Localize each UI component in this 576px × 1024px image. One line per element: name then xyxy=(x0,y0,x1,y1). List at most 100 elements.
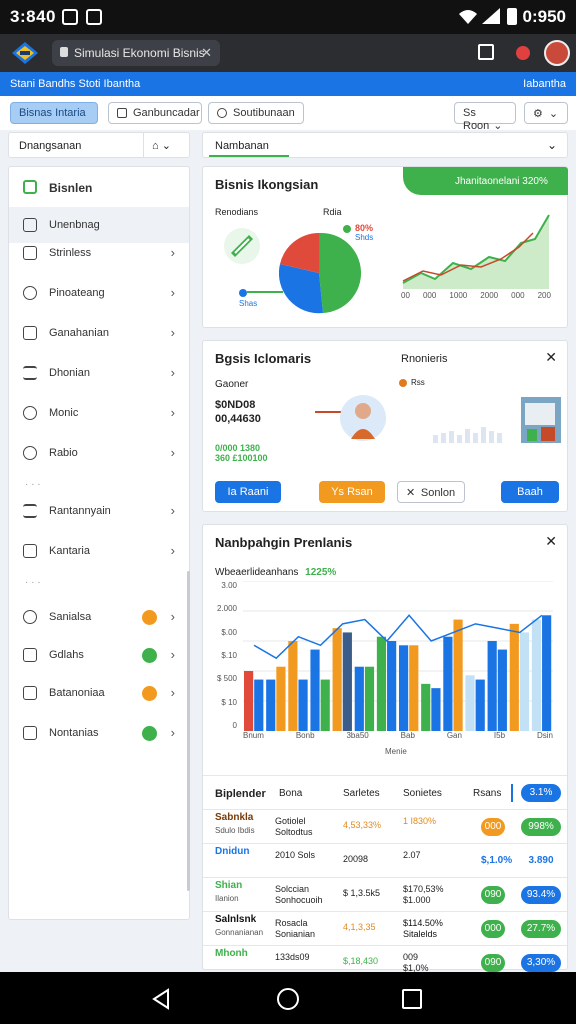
header-pill[interactable]: 3.1% xyxy=(521,784,561,802)
sidebar-item-3[interactable]: Ganahanian › xyxy=(9,315,189,351)
sidebar-item-label: Batanoniaa xyxy=(49,687,105,699)
filter-icon[interactable]: ⌂ ⌄ xyxy=(143,133,189,157)
avatar[interactable] xyxy=(544,40,570,66)
signal-icon xyxy=(482,8,500,24)
sidebar-item-12[interactable]: Nontanias › xyxy=(9,715,189,751)
document-icon xyxy=(23,218,37,232)
cancel-button[interactable]: ✕ Sonlon xyxy=(397,481,465,503)
mini-bar-chart xyxy=(433,427,502,443)
status-pill[interactable]: 000 xyxy=(481,818,505,836)
bar xyxy=(465,675,475,731)
home-icon[interactable] xyxy=(277,988,299,1010)
value-pill[interactable]: 3,30% xyxy=(521,954,561,972)
bar xyxy=(276,666,286,731)
status-pill[interactable]: $,1.0% xyxy=(481,852,512,870)
sidebar-header[interactable]: Bisnlen xyxy=(9,169,189,205)
notification-icon[interactable] xyxy=(516,46,530,60)
line-chart-x-axis: 00 000 1000 2000 000 200 xyxy=(401,291,551,300)
room-dropdown-label: Ss Roon xyxy=(463,107,490,132)
column-header: Sarletes xyxy=(343,788,380,799)
table-row[interactable]: Shian Ilanion Solccian Sonhocuoih $ 1,3.5k5… xyxy=(203,877,567,911)
column-header: Rsans xyxy=(473,788,502,799)
legend-label: Rss xyxy=(411,378,425,387)
bar xyxy=(387,641,397,731)
tab-close-icon[interactable]: ✕ xyxy=(201,45,212,61)
metric-value: $0ND08 xyxy=(215,399,256,411)
table-header: Biplender Bona Sarletes Sonietes Rsans 3… xyxy=(203,775,567,809)
value-pill[interactable]: 3.890 xyxy=(521,852,561,870)
table-cell: $ 1,3.5k5 xyxy=(343,888,381,898)
pie-leader-line xyxy=(247,291,283,293)
close-icon[interactable]: ✕ xyxy=(545,533,557,550)
sidebar-item-9[interactable]: Sanialsa › xyxy=(9,599,189,635)
calculator-button[interactable]: Ganbuncadar xyxy=(108,102,202,124)
sidebar-item-8[interactable]: Kantaria › xyxy=(9,533,189,569)
main-select[interactable]: Nambanan ⌄ xyxy=(202,132,568,158)
bar xyxy=(254,679,264,731)
sidebar-item-7[interactable]: Rantannyain › xyxy=(9,493,189,529)
table-cell: Salnlsnk xyxy=(215,914,257,925)
status-pill[interactable]: 090 xyxy=(481,954,505,972)
table-row[interactable]: Dnidun 2010 Sols 20098 2.07 $,1.0% 3.890 xyxy=(203,843,567,877)
status-pill[interactable]: 090 xyxy=(481,886,505,904)
value-pill[interactable]: 998% xyxy=(521,818,561,836)
status-pill[interactable]: 000 xyxy=(481,920,505,938)
status-time-right: 0:950 xyxy=(522,7,566,26)
menu-right-link[interactable]: Iabantha xyxy=(523,78,566,90)
sidebar-search-label: Dnangsanan xyxy=(19,140,82,152)
table-row[interactable]: Sabnkla Sdulo Ibdis Gotiolel Soltodtus 4,53… xyxy=(203,809,567,843)
tab-business-button[interactable]: Bisnas Intaria xyxy=(10,102,98,124)
recents-icon[interactable] xyxy=(402,989,422,1009)
menu-links[interactable]: Stani Bandhs Stoti Ibantha xyxy=(10,78,140,90)
browser-tab[interactable]: Simulasi Ekonomi Bisnis ✕ xyxy=(52,40,220,66)
room-dropdown[interactable]: Ss Roon ⌄ xyxy=(454,102,516,132)
sales-subtitle-pct: 1225% xyxy=(305,567,337,578)
submit-button[interactable]: Baah xyxy=(501,481,559,503)
column-header: Sonietes xyxy=(403,788,442,799)
analysis-card: Bgsis Iclomaris Rnonieris ✕ Gaoner Rss $… xyxy=(202,340,568,512)
x-tick: 1000 xyxy=(449,291,468,300)
sidebar: Bisnlen Unenbnag Strinless › Pinoateang … xyxy=(8,166,190,920)
table-row[interactable]: Salnlsnk Gonnanianan Rosacla Sonianian 4,1,… xyxy=(203,911,567,945)
business-icon xyxy=(23,180,37,194)
close-icon[interactable]: ✕ xyxy=(545,349,557,366)
x-tick: 3ba50 xyxy=(346,731,369,740)
app-logo-icon[interactable] xyxy=(10,39,40,67)
table-cell: $114.50% Sitalelds xyxy=(403,918,443,939)
back-icon[interactable] xyxy=(150,988,172,1010)
x-axis-title: Menie xyxy=(385,747,407,756)
sidebar-item-10[interactable]: Gdlahs › xyxy=(9,637,189,673)
status-badge xyxy=(142,610,157,625)
settings-dropdown[interactable]: ⚙ ⌄ xyxy=(524,102,568,124)
menu-bar: Stani Bandhs Stoti Ibantha Iabantha xyxy=(0,72,576,96)
chevron-right-icon: › xyxy=(170,647,175,662)
x-tick: 000 xyxy=(511,291,525,300)
wifi-icon xyxy=(459,10,477,24)
y-tick: 0 xyxy=(232,721,237,730)
sidebar-item-4[interactable]: Dhonian › xyxy=(9,355,189,391)
sidebar-item-6[interactable]: Rabio › xyxy=(9,435,189,471)
primary-action-button[interactable]: Ia Raani xyxy=(215,481,281,503)
value-pill[interactable]: 93.4% xyxy=(521,886,561,904)
sales-title: Nanbpahgin Prenlanis xyxy=(215,535,353,550)
sidebar-item-label: Sanialsa xyxy=(49,611,92,623)
column-header: Biplender xyxy=(215,788,266,800)
line-chart xyxy=(402,214,550,289)
value-pill[interactable]: 27.7% xyxy=(521,920,561,938)
sidebar-item-11[interactable]: Batanoniaa › xyxy=(9,675,189,711)
sidebar-item-2[interactable]: Pinoateang › xyxy=(9,275,189,311)
bar-chart-x-axis: Bnum Bonb 3ba50 Bab Gan I5b Dsin xyxy=(243,731,553,740)
sidebar-divider: · · · xyxy=(25,479,41,490)
share-icon[interactable] xyxy=(478,44,494,60)
money-stack-icon xyxy=(224,228,260,264)
sales-card: Nanbpahgin Prenlanis ✕ Wbeaerlideanhans … xyxy=(202,524,568,973)
sidebar-item-5[interactable]: Monic › xyxy=(9,395,189,431)
sidebar-item-1[interactable]: Strinless › xyxy=(9,235,189,271)
secondary-action-button[interactable]: Ys Rsan xyxy=(319,481,385,503)
sidebar-search[interactable]: Dnangsanan ⌂ ⌄ xyxy=(8,132,190,158)
sidebar-scrollbar[interactable] xyxy=(187,571,190,891)
solution-button[interactable]: Soutibunaan xyxy=(208,102,304,124)
y-tick: 2.000 xyxy=(216,604,237,614)
chevron-right-icon: › xyxy=(170,405,175,420)
calculator-button-label: Ganbuncadar xyxy=(133,107,200,119)
